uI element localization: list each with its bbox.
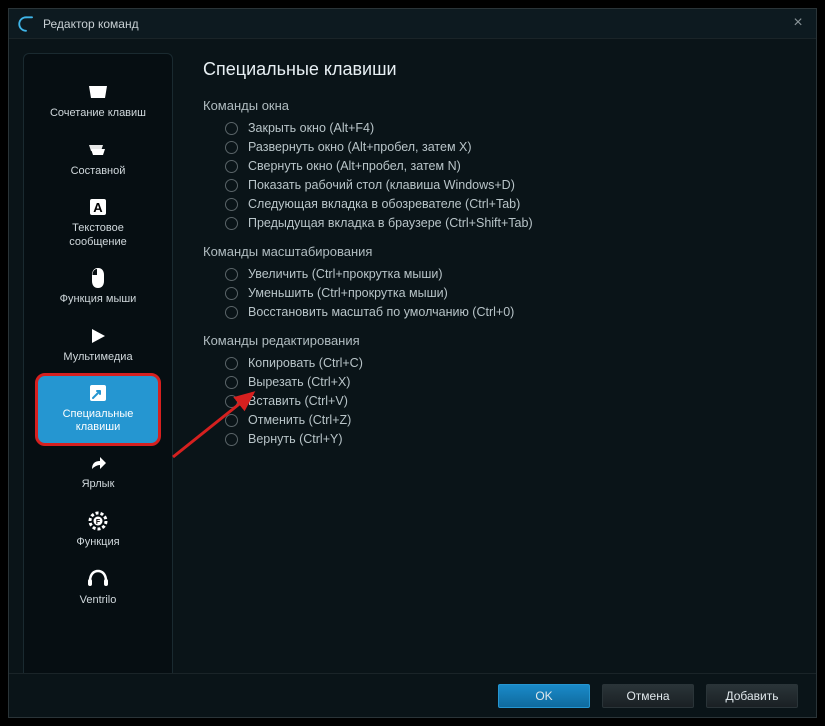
svg-text:F: F	[96, 519, 101, 526]
radio-icon	[225, 287, 238, 300]
logitech-logo-icon	[17, 15, 35, 33]
radio-icon	[225, 198, 238, 211]
radio-icon	[225, 306, 238, 319]
option-label: Увеличить (Ctrl+прокрутка мыши)	[248, 267, 443, 281]
cancel-button[interactable]: Отмена	[602, 684, 694, 708]
radio-option[interactable]: Свернуть окно (Alt+пробел, затем N)	[225, 159, 796, 173]
sidebar-item-function[interactable]: F Функция	[38, 503, 158, 559]
option-label: Вставить (Ctrl+V)	[248, 394, 348, 408]
option-label: Следующая вкладка в обозревателе (Ctrl+T…	[248, 197, 520, 211]
sidebar-item-label: Специальные клавиши	[42, 408, 154, 436]
option-label: Показать рабочий стол (клавиша Windows+D…	[248, 178, 515, 192]
radio-icon	[225, 357, 238, 370]
radio-icon	[225, 268, 238, 281]
dialog-footer: OK Отмена Добавить	[9, 673, 816, 717]
radio-option[interactable]: Развернуть окно (Alt+пробел, затем X)	[225, 140, 796, 154]
section-title: Команды окна	[203, 98, 796, 113]
text-a-icon: A	[86, 196, 110, 218]
sidebar-item-shortcut[interactable]: Ярлык	[38, 445, 158, 501]
section-title: Команды редактирования	[203, 333, 796, 348]
sidebar-item-label: Сочетание клавиш	[50, 107, 146, 121]
option-label: Предыдущая вкладка в браузере (Ctrl+Shif…	[248, 216, 533, 230]
mouse-icon	[86, 267, 110, 289]
sidebar-item-label: Функция мыши	[60, 293, 137, 307]
layers-icon	[86, 139, 110, 161]
window-title: Редактор команд	[43, 17, 139, 31]
sidebar-item-text[interactable]: A Текстовое сообщение	[38, 190, 158, 258]
radio-icon	[225, 122, 238, 135]
key-icon	[86, 382, 110, 404]
keyboard-icon	[86, 81, 110, 103]
option-label: Свернуть окно (Alt+пробел, затем N)	[248, 159, 461, 173]
option-label: Вернуть (Ctrl+Y)	[248, 432, 343, 446]
add-button[interactable]: Добавить	[706, 684, 798, 708]
radio-icon	[225, 376, 238, 389]
radio-icon	[225, 179, 238, 192]
gear-icon: F	[86, 510, 110, 532]
radio-icon	[225, 433, 238, 446]
sidebar: Сочетание клавиш Составной A Текстовое с…	[23, 53, 173, 693]
sidebar-item-keystroke[interactable]: Сочетание клавиш	[38, 74, 158, 130]
sidebar-item-ventrilo[interactable]: Ventrilo	[38, 561, 158, 617]
radio-option[interactable]: Уменьшить (Ctrl+прокрутка мыши)	[225, 286, 796, 300]
section-zoom-commands: Команды масштабирования Увеличить (Ctrl+…	[203, 244, 796, 319]
sidebar-item-label: Текстовое сообщение	[42, 222, 154, 250]
sidebar-item-multikey[interactable]: Составной	[38, 132, 158, 188]
option-label: Восстановить масштаб по умолчанию (Ctrl+…	[248, 305, 514, 319]
radio-icon	[225, 141, 238, 154]
option-label: Уменьшить (Ctrl+прокрутка мыши)	[248, 286, 448, 300]
option-label: Отменить (Ctrl+Z)	[248, 413, 351, 427]
radio-option[interactable]: Предыдущая вкладка в браузере (Ctrl+Shif…	[225, 216, 796, 230]
radio-option[interactable]: Следующая вкладка в обозревателе (Ctrl+T…	[225, 197, 796, 211]
radio-icon	[225, 395, 238, 408]
radio-icon	[225, 160, 238, 173]
radio-option[interactable]: Вставить (Ctrl+V)	[225, 394, 796, 408]
radio-option[interactable]: Восстановить масштаб по умолчанию (Ctrl+…	[225, 305, 796, 319]
sidebar-item-label: Мультимедиа	[63, 351, 132, 365]
section-edit-commands: Команды редактирования Копировать (Ctrl+…	[203, 333, 796, 446]
page-title: Специальные клавиши	[203, 59, 796, 80]
headset-icon	[86, 568, 110, 590]
option-label: Развернуть окно (Alt+пробел, затем X)	[248, 140, 472, 154]
sidebar-item-label: Ventrilo	[80, 594, 117, 608]
radio-option[interactable]: Закрыть окно (Alt+F4)	[225, 121, 796, 135]
close-button[interactable]: ×	[788, 14, 808, 34]
sidebar-item-label: Составной	[71, 165, 126, 179]
titlebar: Редактор команд ×	[9, 9, 816, 39]
play-icon	[86, 325, 110, 347]
svg-text:A: A	[93, 200, 103, 215]
radio-option[interactable]: Копировать (Ctrl+C)	[225, 356, 796, 370]
shortcut-arrow-icon	[86, 452, 110, 474]
sidebar-item-mouse[interactable]: Функция мыши	[38, 260, 158, 316]
ok-button[interactable]: OK	[498, 684, 590, 708]
section-window-commands: Команды окна Закрыть окно (Alt+F4) Разве…	[203, 98, 796, 230]
command-editor-window: Редактор команд × Сочетание клавиш Соста…	[8, 8, 817, 718]
radio-option[interactable]: Вернуть (Ctrl+Y)	[225, 432, 796, 446]
radio-option[interactable]: Вырезать (Ctrl+X)	[225, 375, 796, 389]
radio-option[interactable]: Показать рабочий стол (клавиша Windows+D…	[225, 178, 796, 192]
sidebar-item-label: Ярлык	[82, 478, 115, 492]
sidebar-item-media[interactable]: Мультимедиа	[38, 318, 158, 374]
content-panel: Специальные клавиши Команды окна Закрыть…	[173, 39, 816, 673]
option-label: Копировать (Ctrl+C)	[248, 356, 363, 370]
section-title: Команды масштабирования	[203, 244, 796, 259]
option-label: Вырезать (Ctrl+X)	[248, 375, 350, 389]
sidebar-item-hotkeys[interactable]: Специальные клавиши	[38, 376, 158, 444]
sidebar-item-label: Функция	[76, 536, 119, 550]
radio-option[interactable]: Отменить (Ctrl+Z)	[225, 413, 796, 427]
radio-icon	[225, 414, 238, 427]
radio-icon	[225, 217, 238, 230]
radio-option[interactable]: Увеличить (Ctrl+прокрутка мыши)	[225, 267, 796, 281]
option-label: Закрыть окно (Alt+F4)	[248, 121, 374, 135]
